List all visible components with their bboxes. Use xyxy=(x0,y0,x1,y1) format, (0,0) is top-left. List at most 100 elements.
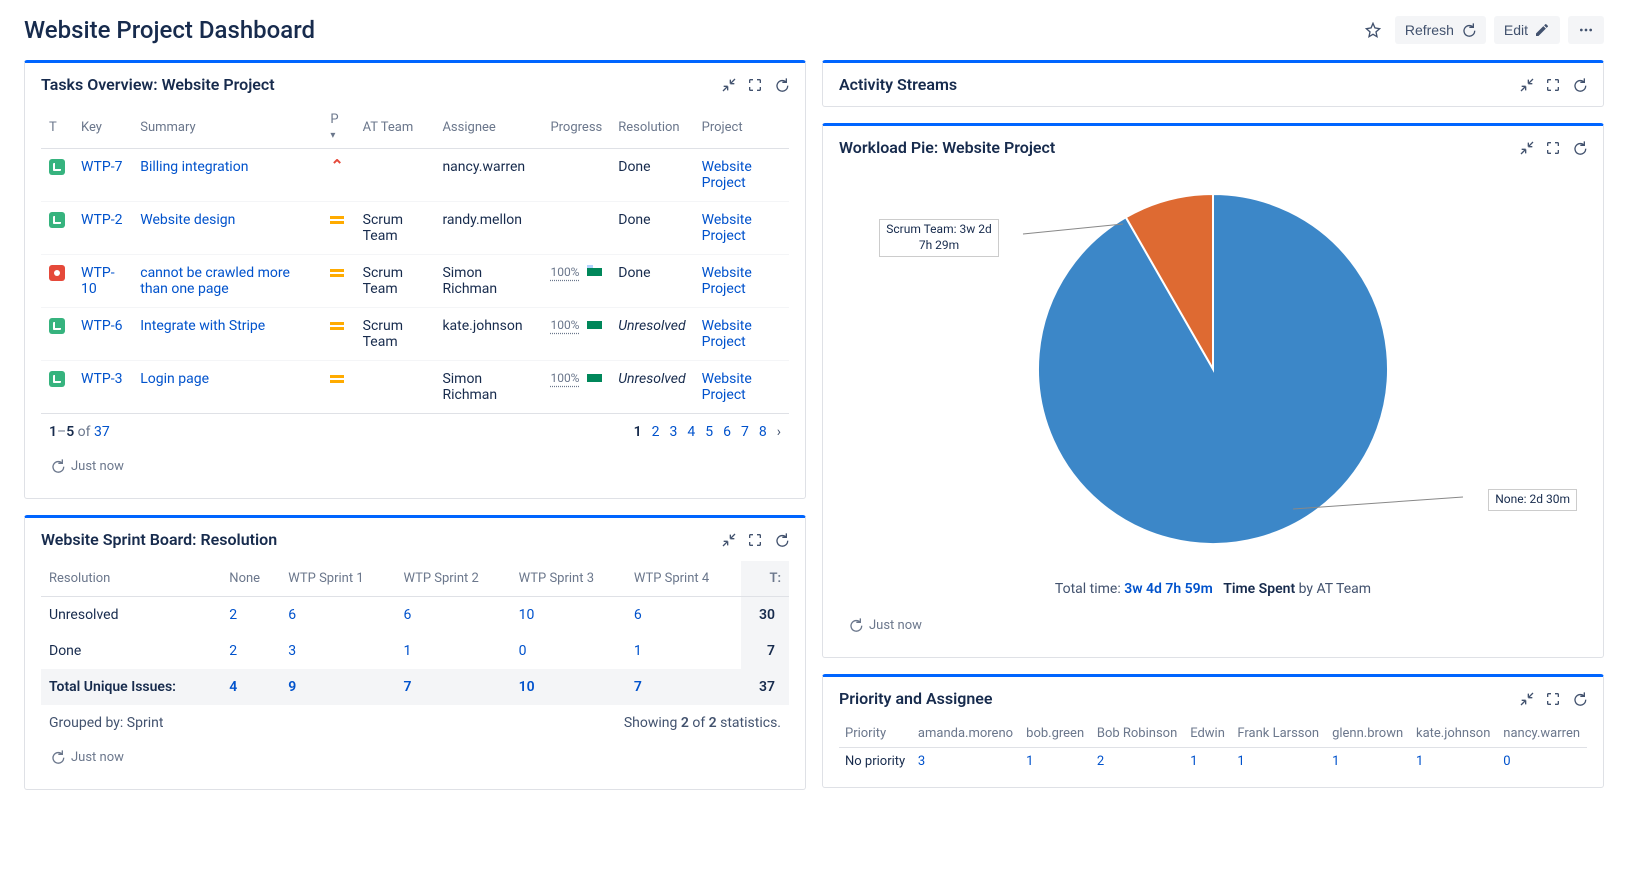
maximize-icon[interactable] xyxy=(1545,691,1561,707)
sprint-cell-link[interactable]: 1 xyxy=(403,643,411,659)
sprint-cell-link[interactable]: 1 xyxy=(634,643,642,659)
refresh-gadget-icon[interactable] xyxy=(1571,140,1587,156)
sprint-cell-link[interactable]: 4 xyxy=(229,679,237,695)
workload-refreshed: Just now xyxy=(869,618,922,633)
project-link[interactable]: Website Project xyxy=(702,318,752,350)
refresh-gadget-icon[interactable] xyxy=(773,77,789,93)
sprint-cell-link[interactable]: 2 xyxy=(229,643,237,659)
refresh-small-icon[interactable] xyxy=(49,458,65,474)
sprint-cell-link[interactable]: 7 xyxy=(403,679,411,695)
priority-col[interactable]: Priority xyxy=(839,720,912,748)
issue-summary-link[interactable]: Billing integration xyxy=(140,159,248,175)
sprint-cell-link[interactable]: 6 xyxy=(288,607,296,623)
priority-cell-link[interactable]: 1 xyxy=(1026,754,1033,769)
page-number[interactable]: 3 xyxy=(670,424,678,440)
col-progress[interactable]: Progress xyxy=(542,106,610,149)
col-priority[interactable]: P ▾ xyxy=(322,106,354,149)
sprint-cell-link[interactable]: 7 xyxy=(634,679,642,695)
col-resolution[interactable]: Resolution xyxy=(610,106,693,149)
refresh-small-icon[interactable] xyxy=(847,617,863,633)
priority-col[interactable]: Bob Robinson xyxy=(1091,720,1184,748)
col-key[interactable]: Key xyxy=(73,106,132,149)
edit-button[interactable]: Edit xyxy=(1494,16,1560,44)
sprint-cell-link[interactable]: 9 xyxy=(288,679,296,695)
pager-total-link[interactable]: 37 xyxy=(94,424,110,440)
page-number[interactable]: 2 xyxy=(652,424,660,440)
maximize-icon[interactable] xyxy=(747,77,763,93)
issue-summary-link[interactable]: Website design xyxy=(140,212,235,228)
col-type[interactable]: T xyxy=(41,106,73,149)
page-number[interactable]: 6 xyxy=(723,424,731,440)
page-number[interactable]: 8 xyxy=(759,424,767,440)
priority-col[interactable]: kate.johnson xyxy=(1410,720,1497,748)
col-assignee[interactable]: Assignee xyxy=(434,106,542,149)
refresh-button[interactable]: Refresh xyxy=(1395,16,1486,44)
sprint-col[interactable]: None xyxy=(221,561,280,597)
sprint-col[interactable]: WTP Sprint 4 xyxy=(626,561,741,597)
sprint-col[interactable]: Resolution xyxy=(41,561,221,597)
minimize-icon[interactable] xyxy=(721,532,737,548)
sprint-cell-link[interactable]: 10 xyxy=(519,607,535,623)
issue-summary-link[interactable]: cannot be crawled more than one page xyxy=(140,265,290,297)
issue-key-link[interactable]: WTP-2 xyxy=(81,212,122,228)
refresh-gadget-icon[interactable] xyxy=(1571,691,1587,707)
sprint-cell-link[interactable]: 0 xyxy=(519,643,527,659)
col-team[interactable]: AT Team xyxy=(355,106,435,149)
col-summary[interactable]: Summary xyxy=(132,106,322,149)
sprint-cell-link[interactable]: 6 xyxy=(403,607,411,623)
priority-col[interactable]: amanda.moreno xyxy=(912,720,1020,748)
priority-cell-link[interactable]: 1 xyxy=(1237,754,1244,769)
sprint-cell-link[interactable]: 6 xyxy=(634,607,642,623)
issue-summary-link[interactable]: Login page xyxy=(140,371,209,387)
project-link[interactable]: Website Project xyxy=(702,212,752,244)
page-number[interactable]: 5 xyxy=(705,424,713,440)
project-link[interactable]: Website Project xyxy=(702,371,752,403)
priority-col[interactable]: bob.green xyxy=(1020,720,1091,748)
priority-cell-link[interactable]: 1 xyxy=(1332,754,1339,769)
minimize-icon[interactable] xyxy=(1519,691,1535,707)
priority-cell-link[interactable]: 2 xyxy=(1097,754,1104,769)
priority-cell-link[interactable]: 3 xyxy=(918,754,925,769)
project-link[interactable]: Website Project xyxy=(702,159,752,191)
star-button[interactable] xyxy=(1359,16,1387,44)
sprint-cell-link[interactable]: 10 xyxy=(519,679,535,695)
priority-cell-link[interactable]: 0 xyxy=(1503,754,1510,769)
issue-key-link[interactable]: WTP-6 xyxy=(81,318,122,334)
issue-summary-link[interactable]: Integrate with Stripe xyxy=(140,318,265,334)
pencil-icon xyxy=(1534,22,1550,38)
minimize-icon[interactable] xyxy=(1519,77,1535,93)
sprint-col[interactable]: WTP Sprint 3 xyxy=(511,561,626,597)
col-project[interactable]: Project xyxy=(694,106,789,149)
project-link[interactable]: Website Project xyxy=(702,265,752,297)
minimize-icon[interactable] xyxy=(721,77,737,93)
sprint-cell-link[interactable]: 3 xyxy=(288,643,296,659)
maximize-icon[interactable] xyxy=(1545,77,1561,93)
minimize-icon[interactable] xyxy=(1519,140,1535,156)
priority-col[interactable]: nancy.warren xyxy=(1497,720,1587,748)
activity-streams-gadget: Activity Streams xyxy=(822,60,1604,107)
priority-col[interactable]: Edwin xyxy=(1184,720,1231,748)
refresh-gadget-icon[interactable] xyxy=(773,532,789,548)
next-page-icon[interactable]: › xyxy=(777,424,781,440)
activity-title: Activity Streams xyxy=(839,75,957,94)
sprint-col[interactable]: T: xyxy=(741,561,789,597)
priority-cell-link[interactable]: 1 xyxy=(1416,754,1423,769)
sprint-col[interactable]: WTP Sprint 1 xyxy=(280,561,395,597)
maximize-icon[interactable] xyxy=(1545,140,1561,156)
issue-key-link[interactable]: WTP-7 xyxy=(81,159,122,175)
maximize-icon[interactable] xyxy=(747,532,763,548)
page-number[interactable]: 1 xyxy=(634,424,642,440)
refresh-small-icon[interactable] xyxy=(49,749,65,765)
priority-col[interactable]: Frank Larsson xyxy=(1231,720,1326,748)
priority-col[interactable]: glenn.brown xyxy=(1326,720,1410,748)
page-number[interactable]: 4 xyxy=(687,424,695,440)
sprint-table: ResolutionNoneWTP Sprint 1WTP Sprint 2WT… xyxy=(41,561,789,705)
priority-cell-link[interactable]: 1 xyxy=(1190,754,1197,769)
more-button[interactable] xyxy=(1568,16,1604,44)
issue-key-link[interactable]: WTP-10 xyxy=(81,265,115,297)
sprint-col[interactable]: WTP Sprint 2 xyxy=(395,561,510,597)
refresh-gadget-icon[interactable] xyxy=(1571,77,1587,93)
page-number[interactable]: 7 xyxy=(741,424,749,440)
sprint-cell-link[interactable]: 2 xyxy=(229,607,237,623)
issue-key-link[interactable]: WTP-3 xyxy=(81,371,122,387)
